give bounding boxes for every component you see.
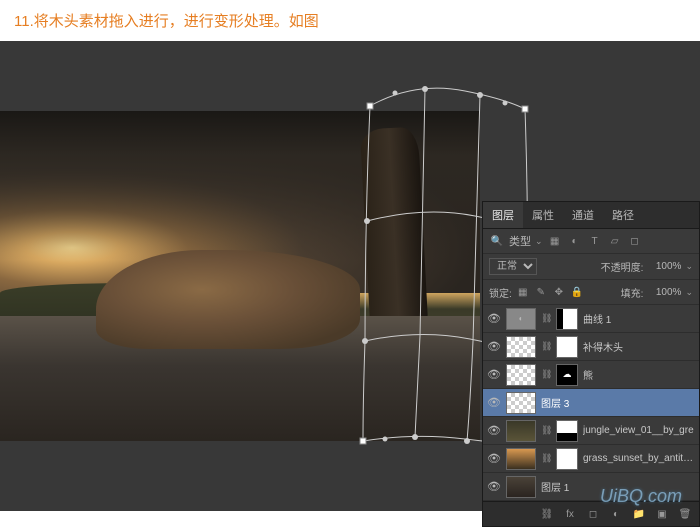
layer-thumb[interactable] (506, 448, 536, 470)
layer-thumb[interactable]: ◐ (506, 308, 536, 330)
dropdown-icon[interactable]: ⌄ (535, 236, 543, 247)
layer-thumb[interactable] (506, 364, 536, 386)
filter-smart-icon[interactable]: ◻ (627, 233, 643, 249)
visibility-icon[interactable]: 👁 (487, 312, 501, 325)
layer-name[interactable]: 图层 3 (541, 395, 695, 410)
watermark: UiBQ.com (600, 486, 682, 507)
delete-icon[interactable]: 🗑 (677, 506, 693, 522)
layer-row[interactable]: 👁 ◐ ⛓ 曲线 1 (483, 305, 699, 333)
layer-row[interactable]: 👁 ⛓ 补得木头 (483, 333, 699, 361)
layer-row[interactable]: 👁 ⛓ jungle_view_01__by_gre (483, 417, 699, 445)
visibility-icon[interactable]: 👁 (487, 368, 501, 381)
layer-name[interactable]: grass_sunset_by_antithisis_stock (583, 453, 695, 464)
fill-dropdown-icon[interactable]: ⌄ (685, 287, 693, 298)
link-icon: ⛓ (541, 313, 551, 324)
link-icon: ⛓ (541, 369, 551, 380)
search-icon[interactable]: 🔍 (489, 233, 505, 249)
filter-type-icon[interactable]: T (587, 233, 603, 249)
blend-row: 正常 不透明度: 100% ⌄ (483, 254, 699, 280)
visibility-icon[interactable]: 👁 (487, 452, 501, 465)
layer-name[interactable]: 补得木头 (583, 339, 695, 354)
lock-row: 锁定: ▦ ✎ ✥ 🔒 填充: 100% ⌄ (483, 280, 699, 305)
visibility-icon[interactable]: 👁 (487, 340, 501, 353)
layer-thumb[interactable] (506, 392, 536, 414)
mask-thumb[interactable] (556, 336, 578, 358)
lock-trans-icon[interactable]: ▦ (516, 284, 530, 300)
mask-thumb[interactable] (556, 308, 578, 330)
filter-row: 🔍 类型 ⌄ ▦ ◐ T ▱ ◻ (483, 229, 699, 254)
lock-pos-icon[interactable]: ✥ (552, 284, 566, 300)
lock-all-icon[interactable]: 🔒 (570, 284, 584, 300)
canvas[interactable] (0, 111, 480, 441)
bear-layer (96, 250, 360, 349)
layer-row[interactable]: 👁 ⛓ grass_sunset_by_antithisis_stock (483, 445, 699, 473)
tab-channels[interactable]: 通道 (563, 202, 603, 228)
tree-layer (360, 126, 428, 327)
lock-label: 锁定: (489, 285, 512, 300)
link-icon: ⛓ (541, 341, 551, 352)
fx-icon[interactable]: fx (562, 506, 578, 522)
link-icon: ⛓ (541, 453, 551, 464)
workspace: 图层 属性 通道 路径 🔍 类型 ⌄ ▦ ◐ T ▱ ◻ 正常 不透明度: 10… (0, 41, 700, 511)
opacity-value[interactable]: 100% (647, 261, 681, 272)
layer-name[interactable]: 熊 (583, 367, 695, 382)
mask-thumb[interactable] (556, 448, 578, 470)
layer-thumb[interactable] (506, 420, 536, 442)
adjustment-icon[interactable]: ◐ (608, 506, 624, 522)
layer-row[interactable]: 👁 图层 3 (483, 389, 699, 417)
tab-properties[interactable]: 属性 (523, 202, 563, 228)
opacity-dropdown-icon[interactable]: ⌄ (685, 261, 693, 272)
fill-value[interactable]: 100% (647, 287, 681, 298)
filter-pixel-icon[interactable]: ▦ (547, 233, 563, 249)
filter-type-label: 类型 (509, 233, 531, 249)
link-icon: ⛓ (541, 425, 551, 436)
tab-paths[interactable]: 路径 (603, 202, 643, 228)
panel-tabs: 图层 属性 通道 路径 (483, 202, 699, 229)
link-layers-icon[interactable]: ⛓ (539, 506, 555, 522)
layer-name[interactable]: jungle_view_01__by_gre (583, 425, 695, 436)
visibility-icon[interactable]: 👁 (487, 424, 501, 437)
lock-pixel-icon[interactable]: ✎ (534, 284, 548, 300)
layer-row[interactable]: 👁 ⛓ ☁ 熊 (483, 361, 699, 389)
layer-list: 👁 ◐ ⛓ 曲线 1 👁 ⛓ 补得木头 👁 ⛓ ☁ 熊 👁 (483, 305, 699, 501)
step-instruction: 11.将木头素材拖入进行，进行变形处理。如图 (0, 0, 700, 41)
group-icon[interactable]: 📁 (631, 506, 647, 522)
mask-icon[interactable]: ◻ (585, 506, 601, 522)
filter-adjust-icon[interactable]: ◐ (567, 233, 583, 249)
visibility-icon[interactable]: 👁 (487, 396, 501, 409)
blend-mode-select[interactable]: 正常 (489, 258, 537, 275)
mask-thumb[interactable] (556, 420, 578, 442)
visibility-icon[interactable]: 👁 (487, 480, 501, 493)
opacity-label: 不透明度: (601, 259, 644, 274)
layer-name[interactable]: 曲线 1 (583, 311, 695, 326)
fill-label: 填充: (621, 285, 644, 300)
mask-thumb[interactable]: ☁ (556, 364, 578, 386)
layer-thumb[interactable] (506, 336, 536, 358)
layers-panel: 图层 属性 通道 路径 🔍 类型 ⌄ ▦ ◐ T ▱ ◻ 正常 不透明度: 10… (482, 201, 700, 527)
tab-layers[interactable]: 图层 (483, 202, 523, 228)
new-layer-icon[interactable]: ▣ (654, 506, 670, 522)
layer-thumb[interactable] (506, 476, 536, 498)
filter-shape-icon[interactable]: ▱ (607, 233, 623, 249)
